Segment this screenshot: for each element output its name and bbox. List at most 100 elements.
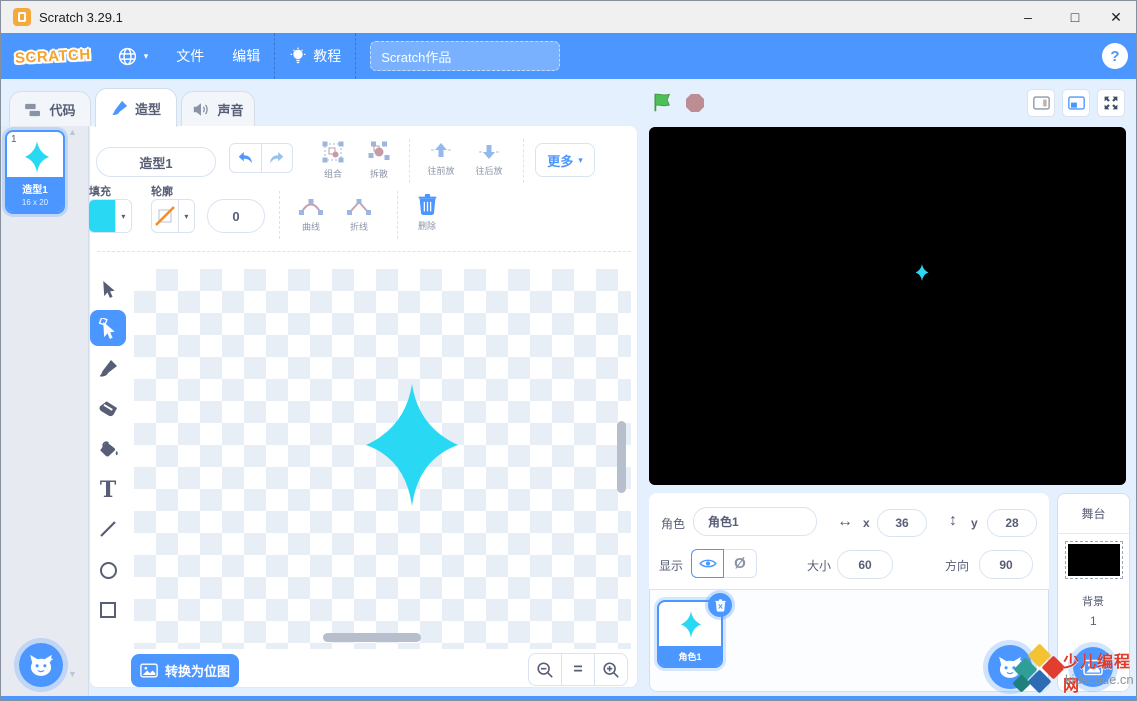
canvas-zoom-controls: = — [528, 653, 628, 686]
redo-button[interactable] — [261, 144, 292, 172]
outline-none-swatch — [152, 200, 178, 232]
group-button[interactable]: 组合 — [311, 141, 355, 180]
select-tool[interactable] — [90, 271, 126, 307]
small-stage-button[interactable] — [1027, 89, 1055, 117]
stroke-width-input[interactable] — [207, 199, 265, 233]
large-stage-icon — [1068, 96, 1085, 110]
sprite-direction-input[interactable] — [979, 550, 1033, 579]
show-label: 显示 — [659, 557, 683, 574]
circle-tool[interactable] — [90, 552, 126, 588]
convert-to-bitmap-button[interactable]: 转换为位图 — [131, 654, 239, 687]
tab-sounds[interactable]: 声音 — [181, 91, 255, 127]
costume-name-input[interactable] — [96, 147, 216, 177]
minimize-button[interactable]: – — [1006, 1, 1050, 33]
delete-button[interactable]: 删除 — [405, 194, 449, 232]
sprite-name-input[interactable] — [693, 507, 817, 536]
globe-icon — [117, 46, 138, 67]
forward-button[interactable]: 往前放 — [419, 142, 463, 177]
costume-item[interactable]: 1 造型1 16 x 20 — [5, 130, 65, 214]
watermark-domain: kidscode.cn — [1065, 672, 1134, 687]
menu-edit[interactable]: 编辑 — [218, 33, 274, 79]
brush-tool[interactable] — [90, 351, 126, 387]
close-button[interactable]: ✕ — [1094, 1, 1137, 33]
rectangle-icon — [99, 601, 117, 619]
magnifier-plus-icon — [602, 661, 620, 679]
brush-icon — [98, 359, 118, 379]
angle-icon — [346, 198, 372, 216]
outline-label: 轮廓 — [151, 183, 173, 199]
hide-button[interactable]: Ø — [724, 549, 757, 578]
arrow-up-icon — [430, 142, 452, 160]
menu-tutorials[interactable]: 教程 — [275, 33, 355, 79]
sprite-x-input[interactable] — [877, 509, 927, 537]
text-tool[interactable]: T — [90, 472, 126, 508]
stage[interactable] — [649, 127, 1126, 485]
brush-icon — [111, 100, 128, 117]
canvas-horizontal-scrollbar[interactable] — [323, 633, 421, 642]
visibility-toggle: Ø — [691, 549, 757, 578]
cat-face-icon — [27, 653, 55, 677]
maximize-button[interactable]: □ — [1053, 1, 1097, 33]
backward-button[interactable]: 往后放 — [467, 142, 511, 177]
scroll-up-icon[interactable]: ▲ — [68, 127, 77, 137]
scratch-logo[interactable]: SCRATCH — [15, 46, 92, 67]
delete-sprite-badge[interactable] — [708, 593, 732, 617]
y-label: y — [971, 516, 978, 530]
straight-button[interactable]: 折线 — [337, 198, 381, 233]
fullscreen-button[interactable] — [1097, 89, 1125, 117]
menu-file[interactable]: 文件 — [162, 33, 218, 79]
caret-down-icon: ▾ — [578, 155, 583, 166]
eye-slash-icon: Ø — [734, 555, 746, 572]
scroll-down-icon[interactable]: ▼ — [68, 669, 77, 679]
eye-icon — [699, 557, 717, 570]
zoom-out-button[interactable] — [529, 654, 561, 685]
undo-button[interactable] — [230, 144, 261, 172]
ungroup-button[interactable]: 拆散 — [357, 141, 401, 180]
reshape-tool[interactable] — [90, 310, 126, 346]
sprite-thumbnail-star — [680, 611, 702, 638]
trash-x-icon — [715, 599, 726, 612]
canvas-vertical-scrollbar[interactable] — [617, 421, 626, 493]
zoom-reset-button[interactable]: = — [561, 654, 594, 685]
fill-color-picker[interactable]: ▾ — [88, 199, 132, 233]
tab-code[interactable]: 代码 — [9, 91, 91, 127]
stop-button[interactable] — [685, 93, 705, 113]
tab-costumes[interactable]: 造型 — [95, 88, 177, 127]
y-axis-icon: ↕ — [949, 512, 957, 530]
green-flag-button[interactable] — [651, 92, 672, 113]
group-icon — [322, 141, 344, 163]
paint-canvas[interactable] — [134, 269, 631, 649]
more-dropdown-button[interactable]: 更多 ▾ — [535, 143, 595, 177]
circle-icon — [99, 561, 118, 580]
help-button[interactable]: ? — [1102, 43, 1128, 69]
arrow-cursor-icon — [99, 280, 117, 299]
small-stage-icon — [1033, 96, 1050, 110]
show-button[interactable] — [691, 549, 724, 578]
stage-pane-title: 舞台 — [1058, 494, 1129, 534]
large-stage-button[interactable] — [1062, 89, 1090, 117]
stage-sprite-star[interactable] — [915, 264, 929, 281]
curve-button[interactable]: 曲线 — [289, 198, 333, 233]
language-selector[interactable]: ▾ — [103, 33, 163, 79]
canvas-star-shape[interactable] — [356, 384, 468, 506]
costume-index: 1 — [11, 134, 17, 145]
project-name-input[interactable] — [370, 41, 560, 71]
caret-down-icon: ▾ — [121, 212, 125, 221]
fill-tool[interactable] — [90, 431, 126, 467]
direction-label: 方向 — [945, 557, 969, 574]
backdrop-thumbnail[interactable] — [1065, 541, 1123, 579]
zoom-in-button[interactable] — [594, 654, 627, 685]
line-tool[interactable] — [90, 511, 126, 547]
costume-thumbnail-star — [24, 141, 50, 173]
outline-color-picker[interactable]: ▾ — [151, 199, 195, 233]
arrow-down-icon — [478, 142, 500, 160]
eraser-tool[interactable] — [90, 391, 126, 427]
rectangle-tool[interactable] — [90, 592, 126, 628]
text-t-icon: T — [100, 477, 116, 503]
sprite-y-input[interactable] — [987, 509, 1037, 537]
fill-color-swatch — [89, 200, 115, 232]
caret-down-icon: ▾ — [144, 51, 149, 62]
add-costume-button[interactable] — [19, 643, 63, 687]
sprite-size-input[interactable] — [837, 550, 893, 579]
bitmap-image-icon — [140, 663, 158, 678]
